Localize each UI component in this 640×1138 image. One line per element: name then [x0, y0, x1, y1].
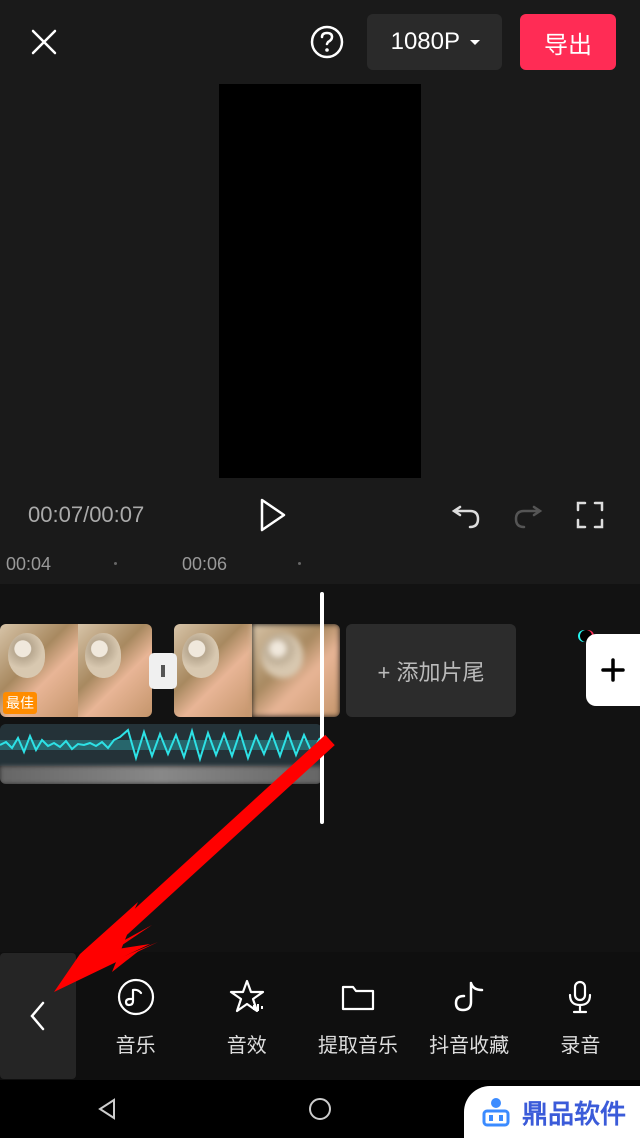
- chevron-down-icon: [466, 33, 484, 51]
- transition-icon: [154, 662, 172, 680]
- bottom-toolbar: 音乐 音效 提取音乐 抖音收藏 录音: [0, 952, 640, 1080]
- back-button[interactable]: [0, 953, 76, 1079]
- timecode: 00:07/00:07: [28, 502, 144, 528]
- export-button[interactable]: 导出: [520, 14, 616, 70]
- nav-back[interactable]: [89, 1091, 125, 1127]
- playhead[interactable]: [320, 592, 324, 824]
- folder-icon: [336, 975, 380, 1019]
- audio-clip[interactable]: [0, 724, 322, 784]
- timeline[interactable]: 最佳 + 添加片尾: [0, 584, 640, 954]
- resolution-button[interactable]: 1080P: [367, 14, 502, 70]
- mic-icon: [558, 975, 602, 1019]
- fullscreen-icon: [575, 500, 605, 530]
- tool-douyin[interactable]: 抖音收藏: [424, 975, 514, 1058]
- triangle-left-icon: [94, 1096, 120, 1122]
- clip-thumb: [252, 624, 340, 717]
- watermark-text: 鼎品软件: [522, 1094, 626, 1131]
- video-track: 最佳 + 添加片尾: [0, 624, 516, 717]
- add-clip-button[interactable]: [586, 634, 640, 706]
- redo-icon: [512, 499, 544, 531]
- tool-music[interactable]: 音乐: [91, 975, 181, 1058]
- fullscreen-button[interactable]: [568, 493, 612, 537]
- play-icon: [258, 498, 288, 532]
- tool-extract[interactable]: 提取音乐: [313, 975, 403, 1058]
- ruler-tick: 00:06: [182, 554, 227, 575]
- top-bar: 1080P 导出: [0, 0, 640, 84]
- watermark: 鼎品软件: [464, 1086, 640, 1138]
- star-icon: [225, 975, 269, 1019]
- clip-thumb: [78, 624, 152, 717]
- add-tail-button[interactable]: + 添加片尾: [346, 624, 516, 717]
- tool-row: 音乐 音效 提取音乐 抖音收藏 录音: [76, 975, 640, 1058]
- douyin-icon: [447, 975, 491, 1019]
- audio-title: [0, 766, 322, 784]
- redo-button[interactable]: [506, 493, 550, 537]
- clip-thumb: [174, 624, 252, 717]
- help-icon: [309, 24, 345, 60]
- preview-canvas[interactable]: [219, 84, 421, 478]
- watermark-logo-icon: [478, 1094, 514, 1130]
- ruler-dot: [114, 562, 117, 565]
- help-button[interactable]: [307, 22, 347, 62]
- tool-label: 提取音乐: [318, 1029, 398, 1058]
- transition-button[interactable]: [149, 653, 177, 689]
- audio-waveform: [0, 724, 322, 766]
- ruler-dot: [298, 562, 301, 565]
- preview-area: [0, 84, 640, 480]
- clip-tag: 最佳: [3, 692, 37, 714]
- close-icon: [29, 27, 59, 57]
- playback-bar: 00:07/00:07: [0, 480, 640, 550]
- circle-icon: [307, 1096, 333, 1122]
- time-ruler[interactable]: 00:04 00:06: [0, 550, 640, 584]
- play-button[interactable]: [251, 493, 295, 537]
- chevron-left-icon: [27, 999, 49, 1033]
- export-label: 导出: [544, 25, 592, 60]
- tool-sfx[interactable]: 音效: [202, 975, 292, 1058]
- resolution-label: 1080P: [391, 28, 460, 56]
- tool-record[interactable]: 录音: [535, 975, 625, 1058]
- tool-label: 抖音收藏: [429, 1029, 509, 1058]
- tool-label: 音效: [227, 1029, 267, 1058]
- music-note-icon: [114, 975, 158, 1019]
- plus-icon: [597, 654, 629, 686]
- tool-label: 录音: [560, 1029, 600, 1058]
- ruler-tick: 00:04: [6, 554, 51, 575]
- add-tail-label: + 添加片尾: [378, 655, 485, 687]
- video-clip-2[interactable]: [174, 624, 340, 717]
- tool-label: 音乐: [116, 1029, 156, 1058]
- undo-icon: [450, 499, 482, 531]
- close-button[interactable]: [24, 22, 64, 62]
- nav-home[interactable]: [302, 1091, 338, 1127]
- undo-button[interactable]: [444, 493, 488, 537]
- video-clip-1[interactable]: 最佳: [0, 624, 152, 717]
